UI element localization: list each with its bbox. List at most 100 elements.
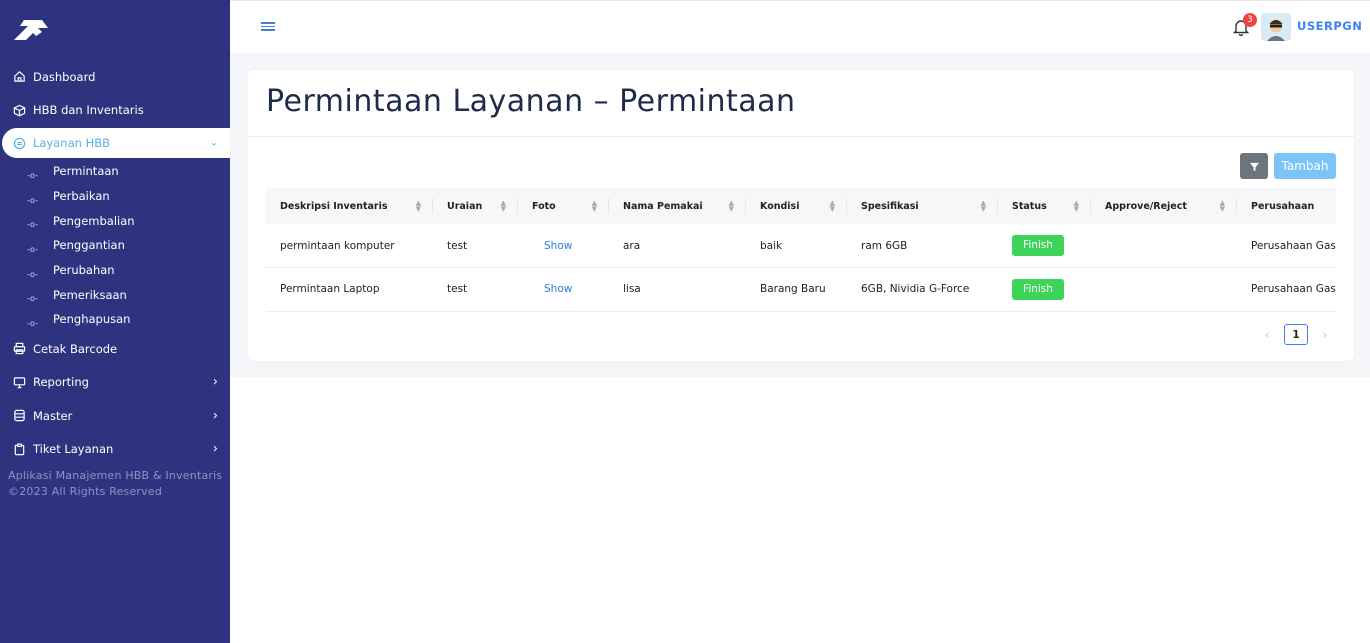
cell-kondisi: baik <box>760 239 783 252</box>
cell-spesifikasi: ram 6GB <box>861 239 908 252</box>
previous-page-icon[interactable]: ‹ <box>1256 328 1278 342</box>
sort-icon[interactable]: ▲ ▼ <box>830 200 835 213</box>
submenu-item-label: Pengembalian <box>53 213 135 228</box>
cell-approve-reject <box>1091 224 1237 268</box>
table-header-row: Deskripsi Inventaris ▲ ▼ Uraian ▲ ▼ Foto ▲ ▼ N… <box>266 188 1336 224</box>
sort-icon[interactable]: ▲ ▼ <box>729 200 734 213</box>
sort-icon[interactable]: ▲ ▼ <box>416 200 421 213</box>
filter-button[interactable] <box>1240 153 1268 179</box>
submenu-item-permintaan[interactable]: -o- Permintaan <box>0 159 230 184</box>
sidebar-item-label: Reporting <box>33 375 89 390</box>
filter-icon <box>1249 162 1259 171</box>
username[interactable]: USERPGN <box>1297 19 1362 33</box>
cell-status: Finish <box>998 224 1091 268</box>
page-number-button[interactable]: 1 <box>1284 324 1308 345</box>
cell-status: Finish <box>998 268 1091 312</box>
submenu-item-pemeriksaan[interactable]: -o- Pemeriksaan <box>0 282 230 307</box>
column-header: Perusahaan <box>1251 200 1315 212</box>
sidebar-item-label: Master <box>33 408 73 423</box>
divider <box>248 136 1354 137</box>
cell-nama-pemakai: ara <box>623 239 641 252</box>
add-button[interactable]: Tambah <box>1274 153 1336 179</box>
submenu-item-label: Permintaan <box>53 164 119 179</box>
sidebar-item-master[interactable]: Master › <box>0 399 230 433</box>
page-title: Permintaan Layanan – Permintaan <box>266 84 796 119</box>
database-icon <box>12 409 26 423</box>
cell-deskripsi: permintaan komputer <box>280 239 395 252</box>
submenu-item-perubahan[interactable]: -o- Perubahan <box>0 258 230 283</box>
copyright-text: ©2023 All Rights Reserved <box>8 485 163 498</box>
sort-icon[interactable]: ▲ ▼ <box>1074 200 1079 213</box>
sidebar-footer: Aplikasi Manajemen HBB & Inventaris ©202… <box>8 468 222 500</box>
submenu-item-penggantian[interactable]: -o- Penggantian <box>0 233 230 258</box>
submenu-item-label: Perubahan <box>53 263 115 278</box>
sidebar-item-label: Dashboard <box>33 69 96 84</box>
column-header[interactable]: Kondisi ▲ ▼ <box>746 188 847 224</box>
sidebar-item-layanan-hbb[interactable]: Layanan HBB ⌄ <box>2 128 230 158</box>
cell-uraian: test <box>447 239 468 252</box>
bullet-icon: -o- <box>27 294 38 304</box>
status-badge: Finish <box>1012 235 1064 256</box>
bullet-icon: -o- <box>27 244 38 254</box>
column-header[interactable]: Deskripsi Inventaris ▲ ▼ <box>266 188 433 224</box>
bullet-icon: -o- <box>27 318 38 328</box>
submenu-layanan-hbb: -o- Permintaan -o- Perbaikan -o- Pengembali… <box>0 159 230 332</box>
chevron-right-icon: › <box>212 408 218 424</box>
submenu-item-label: Penggantian <box>53 238 125 253</box>
chevron-right-icon: › <box>212 441 218 457</box>
column-header[interactable]: Approve/Reject ▲ ▼ <box>1091 188 1237 224</box>
sidebar-item-reporting[interactable]: Reporting › <box>0 365 230 399</box>
column-header[interactable]: Nama Pemakai ▲ ▼ <box>609 188 746 224</box>
cell-approve-reject <box>1091 268 1237 312</box>
column-header[interactable]: Foto ▲ ▼ <box>518 188 609 224</box>
cell-spesifikasi: 6GB, Nividia G-Force <box>861 283 970 296</box>
column-header[interactable]: Status ▲ ▼ <box>998 188 1091 224</box>
show-photo-link[interactable]: Show <box>518 224 609 268</box>
service-icon <box>12 136 26 150</box>
menu-toggle-icon[interactable] <box>261 22 275 32</box>
cell-deskripsi: Permintaan Laptop <box>280 283 380 296</box>
sidebar-item-hbb-inventaris[interactable]: HBB dan Inventaris <box>0 94 230 128</box>
cell-perusahaan: Perusahaan Gas Negara <box>1251 239 1336 252</box>
sort-icon[interactable]: ▲ ▼ <box>1220 200 1225 213</box>
cell-perusahaan: Perusahaan Gas Negara <box>1251 283 1336 296</box>
printer-icon <box>12 342 26 356</box>
app-name-text: Aplikasi Manajemen HBB & Inventaris <box>8 469 223 482</box>
sidebar-nav: Dashboard HBB dan Inventaris Layanan HBB… <box>0 60 230 466</box>
sidebar-item-label: Layanan HBB <box>33 136 111 150</box>
submenu-item-perbaikan[interactable]: -o- Perbaikan <box>0 184 230 209</box>
sidebar-item-label: Cetak Barcode <box>33 341 118 356</box>
bullet-icon: -o- <box>27 220 38 230</box>
sort-icon[interactable]: ▲ ▼ <box>592 200 597 213</box>
table-row: Permintaan Laptop test Show lisa Barang … <box>266 268 1336 312</box>
sidebar-item-label: Tiket Layanan <box>33 442 114 457</box>
show-photo-link[interactable]: Show <box>518 268 609 312</box>
sidebar-item-cetak-barcode[interactable]: Cetak Barcode <box>0 332 230 366</box>
submenu-item-label: Penghapusan <box>53 312 131 327</box>
avatar[interactable] <box>1261 13 1291 41</box>
sidebar: Dashboard HBB dan Inventaris Layanan HBB… <box>0 0 230 643</box>
bullet-icon: -o- <box>27 269 38 279</box>
cell-uraian: test <box>447 283 468 296</box>
bullet-icon: -o- <box>27 170 38 180</box>
submenu-item-pengembalian[interactable]: -o- Pengembalian <box>0 208 230 233</box>
monitor-icon <box>12 375 26 389</box>
submenu-item-label: Perbaikan <box>53 189 110 204</box>
sort-icon[interactable]: ▲ ▼ <box>501 200 506 213</box>
column-header[interactable]: Uraian ▲ ▼ <box>433 188 518 224</box>
next-page-icon[interactable]: › <box>1314 328 1336 342</box>
pagination: ‹ 1 › <box>1256 324 1336 345</box>
box-icon <box>12 103 26 117</box>
submenu-item-penghapusan[interactable]: -o- Penghapusan <box>0 307 230 332</box>
home-icon <box>12 70 26 84</box>
content-footer-area <box>230 377 1370 643</box>
cell-nama-pemakai: lisa <box>623 283 641 296</box>
clipboard-icon <box>12 442 26 456</box>
sidebar-item-tiket-layanan[interactable]: Tiket Layanan › <box>0 432 230 466</box>
sidebar-item-dashboard[interactable]: Dashboard <box>0 60 230 94</box>
column-header[interactable]: Spesifikasi ▲ ▼ <box>847 188 998 224</box>
requests-table: Deskripsi Inventaris ▲ ▼ Uraian ▲ ▼ Foto ▲ ▼ N… <box>266 188 1336 312</box>
table-row: permintaan komputer test Show ara baik r… <box>266 224 1336 268</box>
sort-icon[interactable]: ▲ ▼ <box>981 200 986 213</box>
chevron-right-icon: › <box>212 374 218 390</box>
